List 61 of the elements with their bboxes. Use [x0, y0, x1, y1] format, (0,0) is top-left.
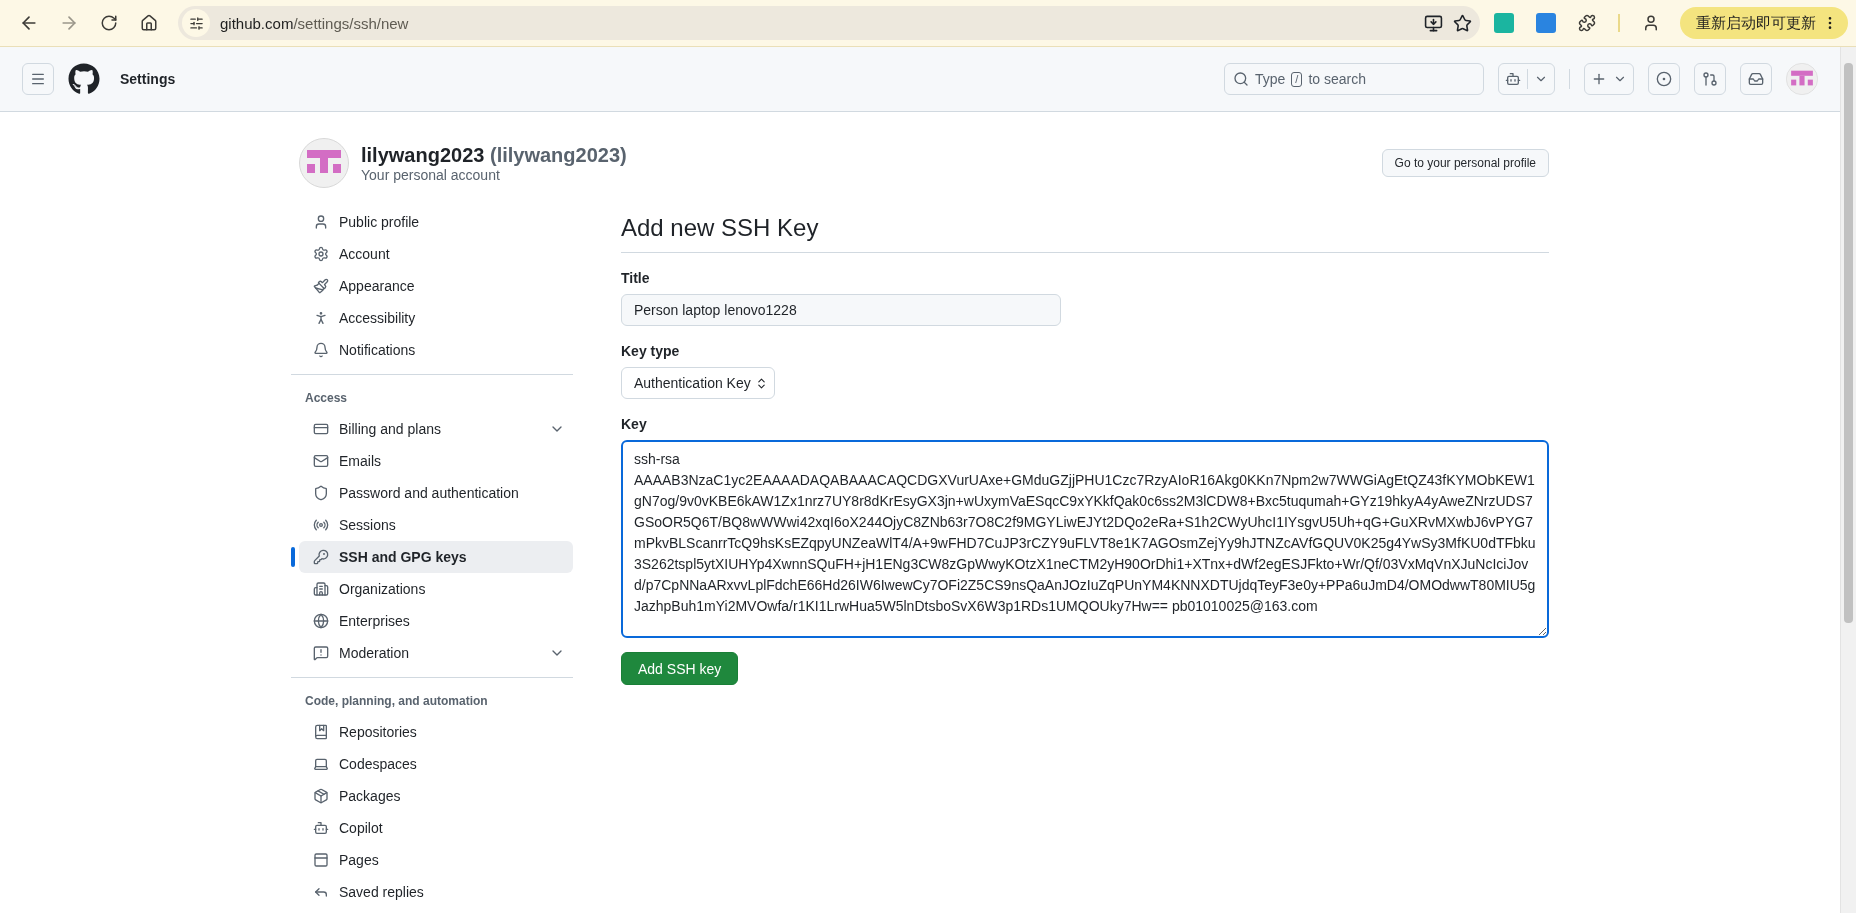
account-name: lilywang2023 (lilywang2023): [361, 143, 627, 167]
title-input[interactable]: Person laptop lenovo1228: [621, 294, 1061, 326]
home-icon: [140, 14, 158, 32]
mail-icon: [313, 453, 329, 469]
reload-icon: [100, 14, 118, 32]
menu-button[interactable]: [22, 63, 54, 95]
url-text: github.com/settings/ssh/new: [220, 14, 410, 32]
package-icon: [313, 788, 329, 804]
key-icon: [313, 549, 329, 565]
field-label: Key type: [621, 343, 681, 359]
account-subtitle: Your personal account: [361, 166, 501, 183]
search-field[interactable]: Type / to search: [1224, 63, 1484, 95]
pull-requests-button[interactable]: [1694, 63, 1726, 95]
issues-button[interactable]: [1648, 63, 1680, 95]
page-heading: Add new SSH Key: [621, 214, 1549, 253]
laptop-icon: [313, 756, 329, 772]
sliders-icon: [188, 15, 204, 31]
robot-icon: [1505, 71, 1521, 87]
bell-icon: [313, 342, 329, 358]
globe-icon: [313, 613, 329, 629]
building-icon: [313, 581, 329, 597]
circle-dot-icon: [1656, 71, 1672, 87]
install-icon: [1424, 13, 1443, 33]
gear-icon: [313, 246, 329, 262]
logo-icon[interactable]: [68, 63, 100, 95]
personal-profile-button[interactable]: Go to your personal profile: [1381, 149, 1549, 177]
browser-icon: [313, 852, 329, 868]
person-icon: [313, 214, 329, 230]
menu-icon: [30, 71, 46, 87]
header-title: Settings: [120, 71, 177, 87]
key-type-select[interactable]: Authentication Key: [621, 367, 775, 399]
star-icon: [1453, 13, 1472, 33]
search-icon: [1233, 71, 1249, 87]
broadcast-icon: [313, 517, 329, 533]
person-icon: [1642, 14, 1660, 32]
robot-icon: [313, 820, 329, 836]
update-button[interactable]: 重新启动即可更新: [1680, 7, 1848, 39]
create-button[interactable]: [1584, 63, 1634, 95]
accessibility-icon: [313, 310, 329, 326]
add-ssh-key-button[interactable]: Add SSH key: [621, 652, 739, 685]
avatar: [1786, 63, 1818, 95]
report-icon: [313, 645, 329, 661]
credit-card-icon: [313, 421, 329, 437]
repo-icon: [313, 724, 329, 740]
field-label: Key: [621, 416, 648, 432]
inbox-icon: [1748, 71, 1764, 87]
scrollbar[interactable]: [1840, 47, 1856, 913]
pull-request-icon: [1702, 71, 1718, 87]
puzzle-icon: [1578, 14, 1596, 32]
avatar: [299, 138, 349, 188]
paintbrush-icon: [313, 278, 329, 294]
section-heading: Code, planning, and automation: [304, 693, 489, 710]
address-bar[interactable]: github.com/settings/ssh/new: [178, 6, 1480, 40]
shield-icon: [313, 485, 329, 501]
field-label: Title: [621, 270, 651, 286]
copilot-button[interactable]: [1498, 63, 1555, 95]
plus-icon: [1591, 71, 1607, 87]
inbox-button[interactable]: [1740, 63, 1772, 95]
site-settings-icon[interactable]: [182, 9, 210, 37]
key-input[interactable]: ssh-rsa AAAAB3NzaC1yc2EAAAADAQABAAACAQCDGXVurUAxe+GMduGZjjPHU1Czc7RzyAIoR16Akg0KKn7Npm2w7WWGiAgEtQZ43fKYMObKEW1 gN7og/9v0vKBE6kAW1Zx1nrz7UY8r8dKrEsyGX3jn+wUxymVaESqcC9xYKkfQak0c6ss2M3lCDW8+Bxc5tuqumah+GYz19hkyA4yAweZNrzUDS7 GSoOR5Q6T/BQ8wWWwi42xqI6oX244OjyC8ZNb63r7O8C2f9MGYLiwEJYt2DQo2eRa+S1h2CWyUhcI1IYsgvU5Uh+qG+GuXRvMXwbJ6vPYG7 mPkvBLScanrrTcQ9hsKsEZqpyUNZeaWlT4/A+9wFHD7CuJP3rCZY9uFLVT8e1K7AGOsmZejYy9hJTNZcAVfGQUV0K25g4YwSy3MfKU0dTFbku 3S262tspl5ytXIUHYp4XwnnSQuFH+jH1ENg3CW8zGpWwyKOtzX1neCTM2yH90OrDhi1+XTnx+dWf2egESJFkto+Wr/Qf/03VxMqVnXJuNcIciJov d/p7CpNNaARxvvLplFdchE66Hd26IW6IwewCy7OFi2Z5CS9nsQaAnJOzIuZqPUnYM4KNNXDTUjdqTeyF3e0y+PPa6uJmD4/OMOdwwT80MIU5g JazhpBuh1mYi2MVOwfa/r1KI1LrwHua5W5lnDtsboSvX6W3p1RDs1UMQOUky7Hw== pb01010025@163.com: [621, 440, 1549, 638]
section-heading: Access: [304, 390, 349, 407]
